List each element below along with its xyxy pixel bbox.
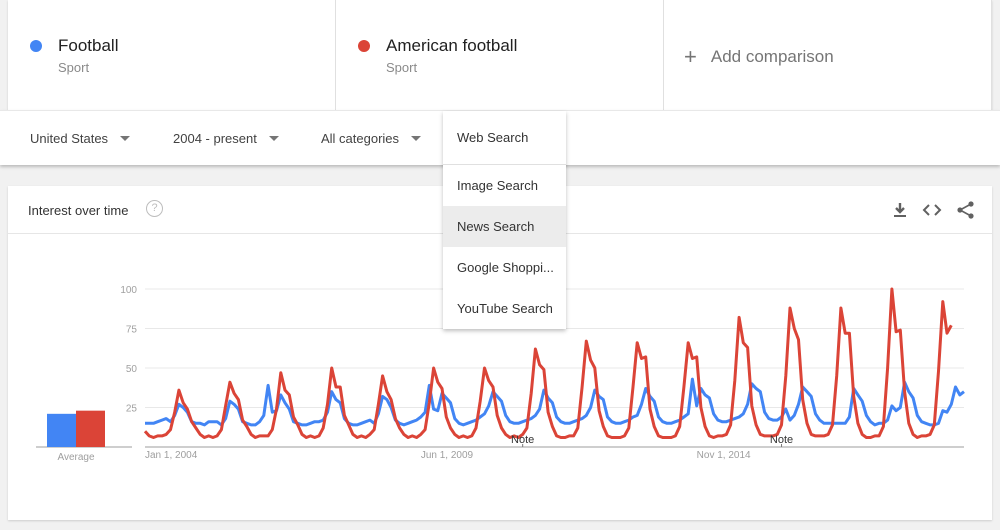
- dropdown-caret-icon: [411, 136, 422, 141]
- embed-icon[interactable]: [922, 200, 942, 220]
- term-subtitle: Sport: [386, 60, 418, 75]
- menu-item-google-shopping[interactable]: Google Shoppi...: [443, 247, 566, 288]
- series-line-football: [145, 377, 965, 427]
- y-tick-label: 100: [120, 285, 137, 296]
- term-name: American football: [386, 36, 518, 55]
- x-tick-label: Jun 1, 2009: [421, 450, 474, 461]
- add-comparison-button[interactable]: + Add comparison: [664, 0, 992, 110]
- card-title: Interest over time: [28, 203, 129, 218]
- menu-item-image-search[interactable]: Image Search: [443, 165, 566, 206]
- add-comparison-label: Add comparison: [710, 47, 834, 66]
- help-icon[interactable]: ?: [146, 200, 163, 217]
- category-dropdown[interactable]: All categories: [321, 131, 422, 146]
- y-tick-label: 25: [126, 404, 138, 415]
- note-label: Note: [511, 434, 534, 446]
- football-color-dot: [30, 40, 42, 52]
- x-tick-label: Jan 1, 2004: [145, 450, 198, 461]
- average-label: Average: [57, 452, 95, 463]
- menu-item-youtube-search[interactable]: YouTube Search: [443, 288, 566, 329]
- compare-terms-bar: Football Sport American football Sport +…: [8, 0, 992, 110]
- time-value: 2004 - present: [173, 131, 257, 146]
- category-value: All categories: [321, 131, 400, 146]
- term-subtitle: Sport: [58, 60, 90, 75]
- plus-icon: +: [684, 44, 697, 69]
- search-type-menu[interactable]: Web Search Image Search News Search Goog…: [443, 111, 566, 329]
- x-tick-label: Nov 1, 2014: [697, 450, 751, 461]
- term-card-american-football[interactable]: American football Sport: [336, 0, 664, 110]
- x-axis: Jan 1, 2004 Jun 1, 2009 Nov 1, 2014 Note Not…: [145, 434, 964, 461]
- term-card-football[interactable]: Football Sport: [8, 0, 336, 110]
- term-name: Football: [58, 36, 119, 55]
- average-bars: Average: [36, 410, 132, 463]
- menu-item-news-search[interactable]: News Search: [443, 206, 566, 247]
- dropdown-caret-icon: [268, 136, 279, 141]
- y-tick-label: 50: [126, 364, 138, 375]
- american-football-color-dot: [358, 40, 370, 52]
- region-value: United States: [30, 131, 109, 146]
- y-tick-label: 75: [126, 325, 138, 336]
- average-bar-american-football: [76, 410, 105, 447]
- dropdown-caret-icon: [120, 136, 131, 141]
- download-icon[interactable]: [890, 200, 910, 220]
- average-bar-football: [47, 413, 76, 447]
- time-range-dropdown[interactable]: 2004 - present: [173, 131, 279, 146]
- note-label: Note: [770, 434, 793, 446]
- region-dropdown[interactable]: United States: [30, 131, 131, 146]
- menu-item-web-search[interactable]: Web Search: [443, 111, 566, 165]
- share-icon[interactable]: [956, 200, 976, 220]
